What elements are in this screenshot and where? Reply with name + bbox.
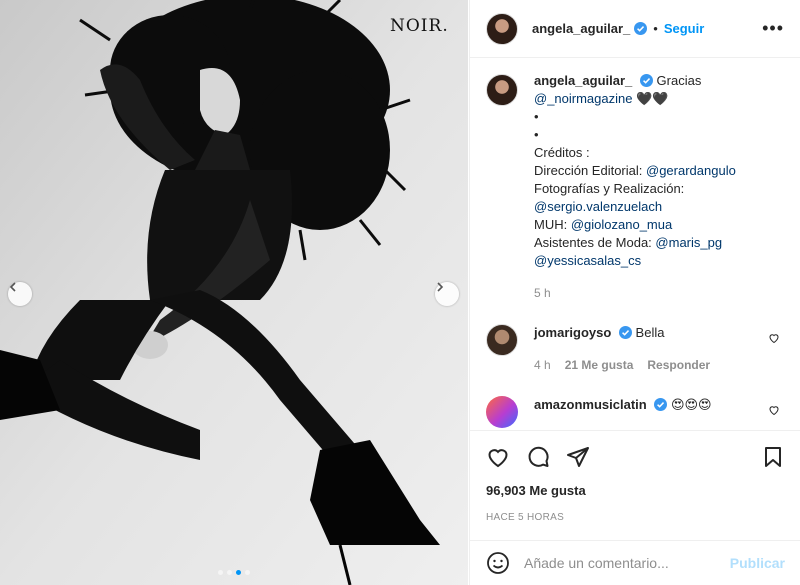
assist-label: Asistentes de Moda: — [534, 235, 652, 250]
share-icon[interactable] — [566, 445, 590, 469]
post-photo — [0, 0, 468, 585]
comment-time[interactable]: 4 h — [534, 356, 551, 374]
comment-icon[interactable] — [526, 445, 550, 469]
verified-badge-icon — [639, 74, 653, 87]
commenter-username[interactable]: amazonmusiclatin — [534, 397, 647, 412]
author-avatar[interactable] — [486, 12, 518, 45]
photo-label: Fotografías y Realización: — [534, 181, 685, 196]
carousel-next-button[interactable] — [435, 282, 459, 306]
mention-link[interactable]: @yessicasalas_cs — [534, 252, 736, 270]
like-comment-heart-icon[interactable] — [768, 332, 780, 344]
save-bookmark-icon[interactable] — [761, 445, 785, 469]
post-header: angela_aguilar_ • Seguir ••• — [470, 0, 800, 58]
mention-link[interactable]: @gerardangulo — [646, 163, 736, 178]
follow-button[interactable]: Seguir — [664, 21, 704, 36]
post-media[interactable]: NOIR. — [0, 0, 468, 585]
comment-text: Bella — [635, 325, 665, 340]
carousel-dot — [227, 570, 232, 575]
direction-label: Dirección Editorial: — [534, 163, 643, 178]
post-comment-button[interactable]: Publicar — [730, 555, 785, 571]
mention-link[interactable]: @sergio.valenzuelach — [534, 198, 736, 216]
caption-time[interactable]: 5 h — [534, 284, 736, 302]
mention-link[interactable]: @giolozano_mua — [571, 217, 672, 232]
comment-item: jomarigoyso Bella 4 h 21 Me gusta Respon… — [486, 324, 784, 374]
comments-list[interactable]: angela_aguilar_ Gracias @_noirmagazine 🖤… — [470, 58, 800, 433]
author-username[interactable]: angela_aguilar_ — [532, 21, 630, 36]
verified-badge-icon — [634, 22, 648, 35]
header-separator: • — [653, 21, 658, 36]
post-timestamp[interactable]: HACE 5 HORAS — [486, 512, 785, 523]
caption-avatar[interactable] — [486, 74, 518, 106]
chevron-left-icon — [9, 282, 16, 292]
comment-item: amazonmusiclatin 😍😍😍 — [486, 396, 784, 428]
post-side-panel: angela_aguilar_ • Seguir ••• angela_agui… — [469, 0, 800, 585]
commenter-username[interactable]: jomarigoyso — [534, 325, 611, 340]
caption-intro: Gracias — [656, 73, 702, 88]
like-heart-icon[interactable] — [486, 445, 510, 469]
mention-link[interactable]: @_noirmagazine — [534, 91, 632, 106]
reply-button[interactable]: Responder — [647, 356, 710, 374]
mention-link[interactable]: @maris_pg — [655, 235, 722, 250]
carousel-prev-button[interactable] — [8, 282, 32, 306]
more-options-icon[interactable]: ••• — [762, 18, 784, 39]
post-actions: 96,903 Me gusta HACE 5 HORAS — [470, 430, 800, 523]
muh-label: MUH: — [534, 217, 568, 232]
caption-bullet: • — [534, 109, 539, 124]
carousel-dot — [218, 570, 223, 575]
comment-text: 😍😍😍 — [670, 397, 712, 412]
comment-input[interactable]: Añade un comentario... — [524, 555, 730, 571]
likes-count[interactable]: 96,903 Me gusta — [486, 483, 785, 498]
post-caption: angela_aguilar_ Gracias @_noirmagazine 🖤… — [486, 72, 784, 302]
chevron-right-icon — [437, 282, 444, 292]
commenter-avatar[interactable] — [486, 396, 518, 428]
verified-badge-icon — [618, 326, 632, 339]
commenter-avatar[interactable] — [486, 324, 518, 356]
caption-bullet: • — [534, 127, 539, 142]
comment-likes[interactable]: 21 Me gusta — [565, 356, 634, 374]
emoji-icon[interactable] — [486, 551, 510, 575]
like-comment-heart-icon[interactable] — [768, 404, 780, 416]
carousel-indicator — [0, 570, 468, 575]
carousel-dot — [245, 570, 250, 575]
verified-badge-icon — [654, 398, 668, 411]
hearts-emoji: 🖤🖤 — [636, 91, 669, 106]
carousel-dot-active — [236, 570, 241, 575]
credits-label: Créditos : — [534, 145, 590, 160]
add-comment-bar: Añade un comentario... Publicar — [470, 540, 800, 585]
caption-username[interactable]: angela_aguilar_ — [534, 73, 632, 88]
magazine-logo: NOIR. — [390, 16, 449, 36]
